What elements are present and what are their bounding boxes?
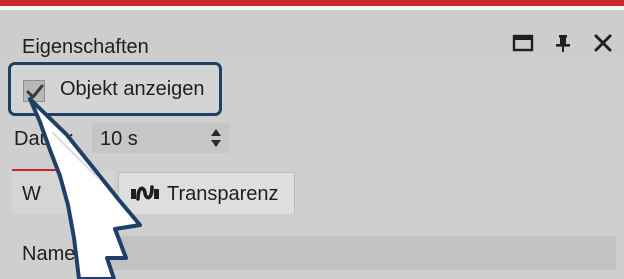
panel-actions <box>512 32 614 54</box>
panel-title: Eigenschaften <box>22 36 149 58</box>
tab-w[interactable]: W <box>12 172 114 214</box>
panel-title-bar: Eigenschaften <box>0 10 624 60</box>
transparency-icon <box>130 183 160 203</box>
close-icon[interactable] <box>592 32 614 54</box>
window-icon[interactable] <box>512 32 534 54</box>
dauer-stepper[interactable] <box>208 125 224 151</box>
active-tab-indicator <box>12 169 82 171</box>
name-label: Name <box>22 243 76 265</box>
objekt-anzeigen-label: Objekt anzeigen <box>60 78 205 100</box>
dauer-input[interactable]: 10 s <box>92 123 230 153</box>
dauer-value: 10 s <box>100 128 138 150</box>
objekt-anzeigen-highlight[interactable]: Objekt anzeigen <box>8 62 222 116</box>
dauer-label: Dauer: <box>14 128 75 150</box>
tab-transparenz-label: Transparenz <box>167 183 279 205</box>
tab-transparenz[interactable]: Transparenz <box>118 172 295 214</box>
objekt-anzeigen-checkbox[interactable] <box>23 80 45 102</box>
dauer-row: Dauer: 10 s <box>14 123 230 153</box>
name-input[interactable] <box>102 236 616 270</box>
name-row: Name <box>12 236 616 270</box>
tab-w-label: W <box>22 183 41 205</box>
pin-icon[interactable] <box>552 32 574 54</box>
